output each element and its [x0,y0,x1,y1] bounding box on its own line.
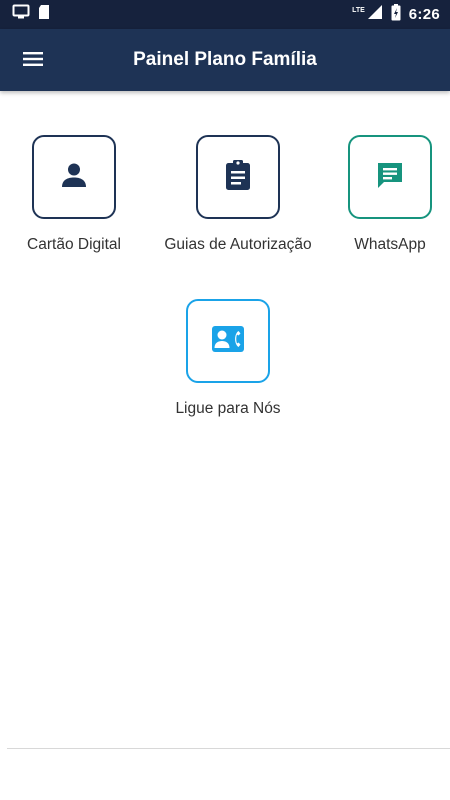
app-bar: Painel Plano Família [0,29,450,91]
contact-phone-icon [211,325,245,358]
page-title: Painel Plano Família [133,49,317,70]
clipboard-icon [225,159,251,196]
battery-icon [391,3,401,26]
tile-whatsapp-box[interactable] [348,135,432,219]
tile-label: WhatsApp [354,236,426,253]
person-icon [60,161,88,194]
status-left [12,4,50,25]
lte-label: LTE [352,7,365,14]
tile-cartao-digital[interactable]: Cartão Digital [15,135,133,254]
tile-whatsapp[interactable]: WhatsApp [340,135,440,254]
screen-cast-icon [12,4,30,25]
sd-card-icon [38,4,50,25]
status-time: 6:26 [408,6,440,23]
tile-ligue-para-nos-box[interactable] [186,299,270,383]
tile-label: Cartão Digital [27,236,121,253]
tile-ligue-para-nos[interactable]: Ligue para Nós [148,299,308,418]
menu-button[interactable] [18,50,48,72]
tile-label: Ligue para Nós [175,400,281,417]
hamburger-menu-icon[interactable] [23,51,43,72]
signal-icon [367,4,383,25]
chat-icon [375,160,405,195]
tile-cartao-digital-box[interactable] [32,135,116,219]
status-right: LTE 6:26 [352,3,440,26]
tile-label: Guias de Autorização [164,236,312,253]
bottom-divider [7,748,450,749]
status-bar: LTE 6:26 [0,0,450,29]
tile-guias-autorizacao[interactable]: Guias de Autorização [148,135,328,254]
tile-guias-autorizacao-box[interactable] [196,135,280,219]
